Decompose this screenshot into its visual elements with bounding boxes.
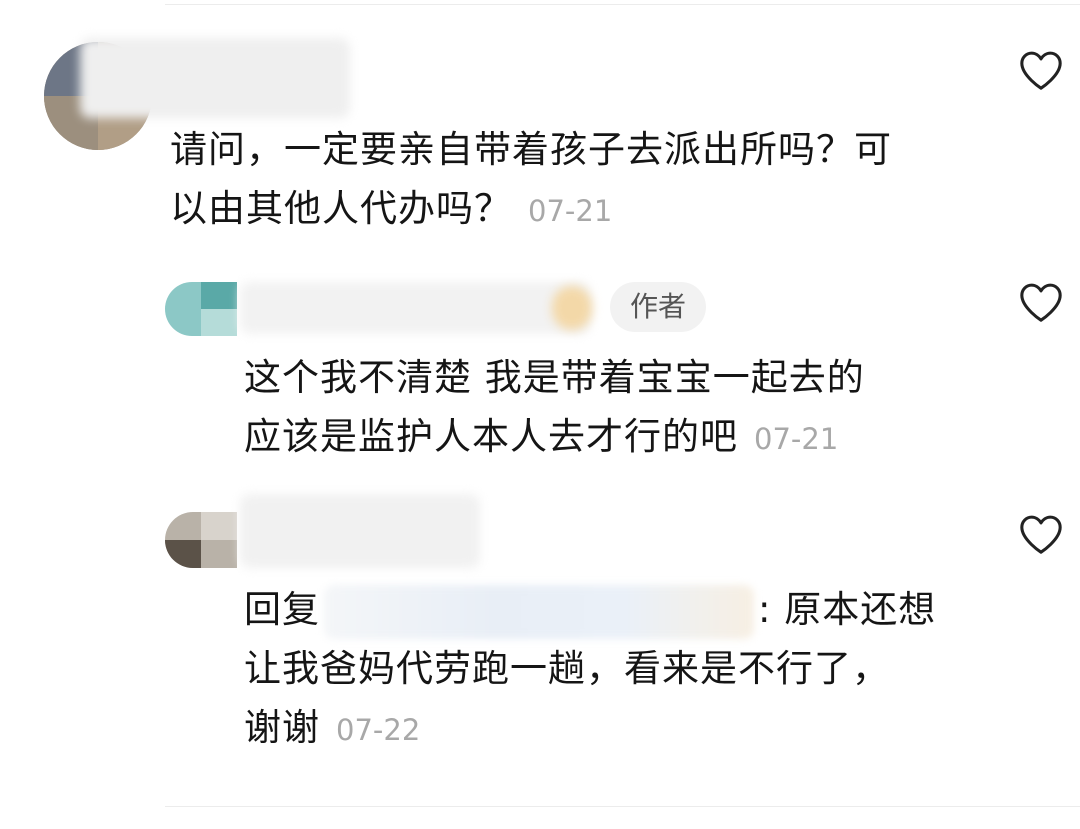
username[interactable] — [240, 494, 480, 568]
avatar[interactable] — [165, 282, 237, 336]
heart-outline-icon[interactable] — [1018, 280, 1064, 324]
comment-text: 回复: 原本还想 让我爸妈代劳跑一趟，看来是不行了， 谢谢 07-22 — [244, 580, 936, 760]
heart-outline-icon[interactable] — [1018, 512, 1064, 556]
bottom-divider — [165, 806, 1080, 807]
comment-time: 07-21 — [754, 422, 839, 456]
comment-text: 这个我不清楚 我是带着宝宝一起去的 应该是监护人本人去才行的吧 07-21 — [244, 356, 865, 458]
username-emoji — [552, 286, 592, 330]
comment-time: 07-22 — [336, 713, 421, 747]
comment-time: 07-21 — [528, 194, 613, 228]
reply-mention[interactable] — [324, 584, 754, 639]
username[interactable] — [80, 38, 350, 118]
heart-outline-icon[interactable] — [1018, 48, 1064, 92]
username[interactable] — [240, 282, 590, 334]
avatar[interactable] — [165, 512, 237, 568]
top-divider — [165, 4, 1080, 5]
author-badge: 作者 — [610, 282, 707, 332]
comment-text: 请问，一定要亲自带着孩子去派出所吗？可 以由其他人代办吗？ 07-21 — [170, 128, 892, 230]
